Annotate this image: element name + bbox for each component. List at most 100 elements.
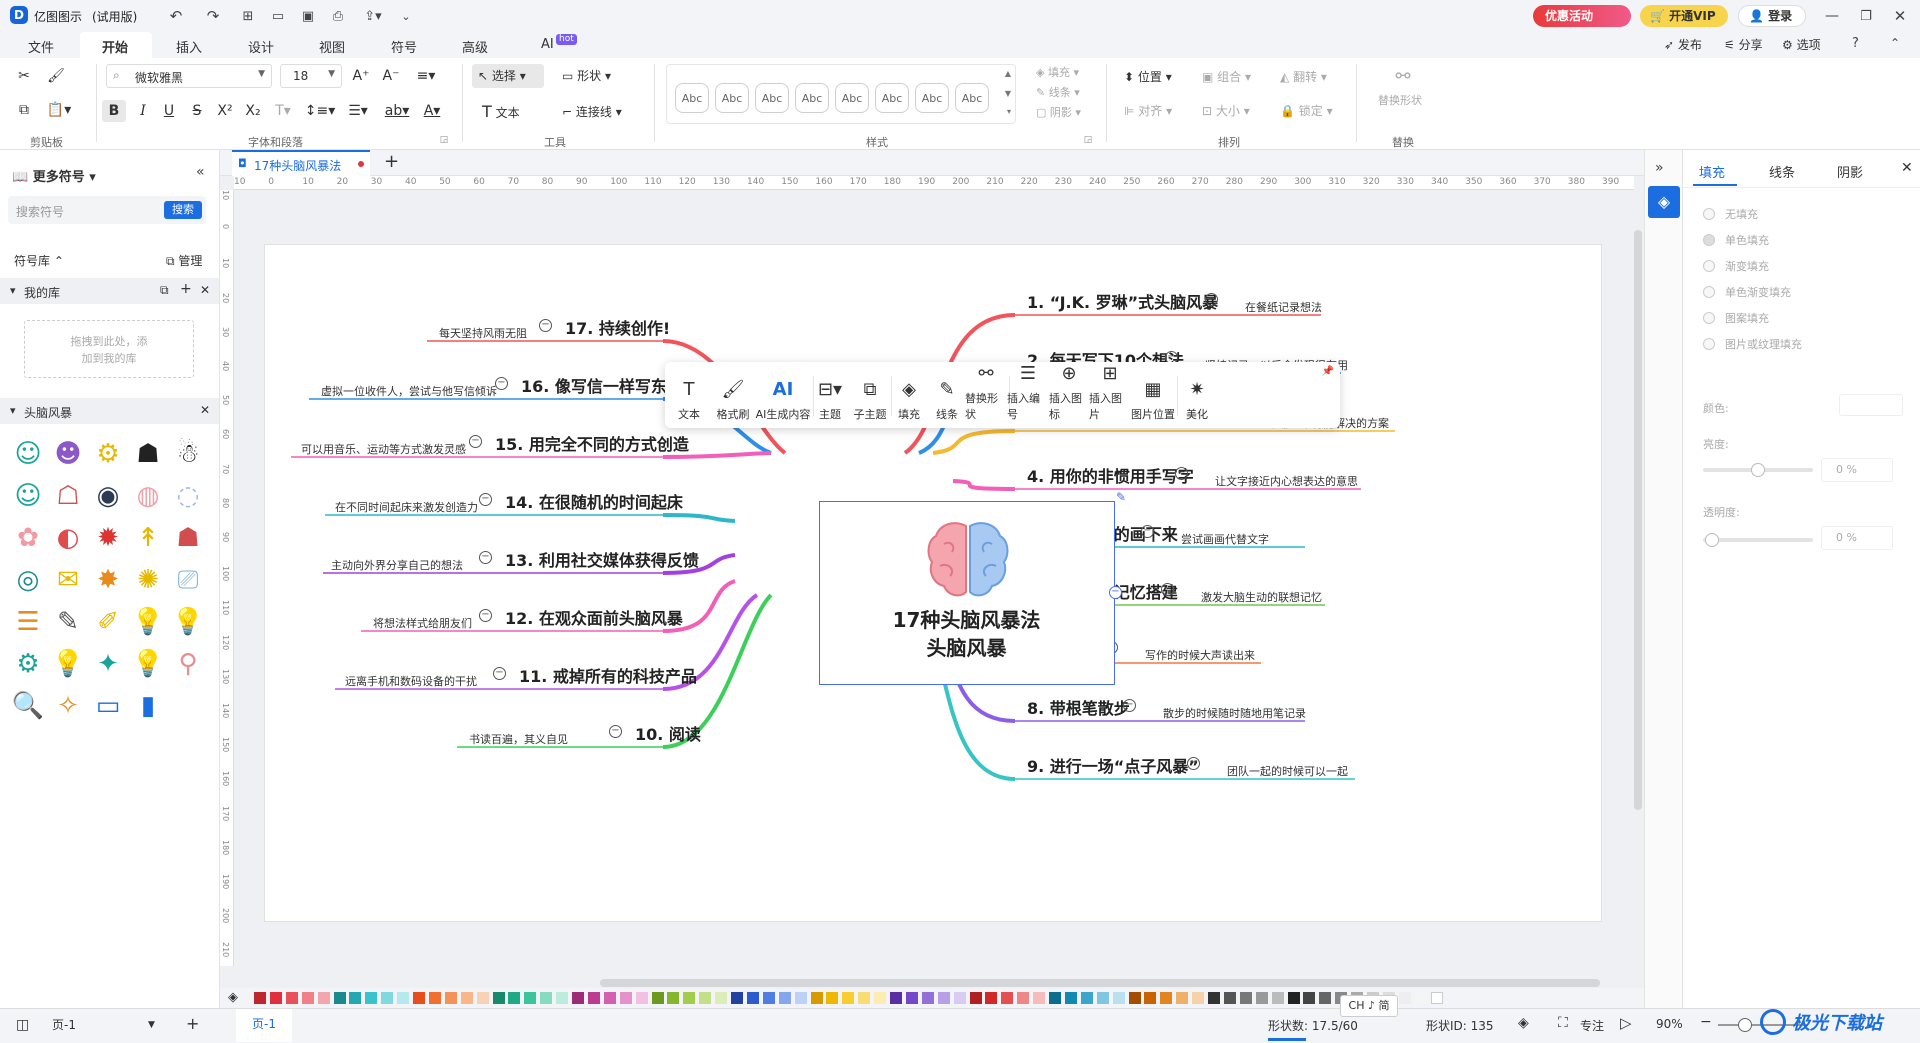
gallery-up-icon[interactable]: ▲ bbox=[1005, 69, 1011, 78]
options-button[interactable]: ⚙ 选项 bbox=[1782, 36, 1821, 53]
text-case-icon[interactable]: T▾ bbox=[270, 100, 296, 122]
color-swatch[interactable] bbox=[985, 992, 998, 1004]
left-branch-topic[interactable]: 15. 用完全不同的方式创造 bbox=[495, 431, 689, 455]
color-picker[interactable] bbox=[1839, 394, 1903, 416]
color-swatch[interactable] bbox=[587, 992, 600, 1004]
brainstorm-symbol-icon[interactable]: 💡 bbox=[168, 602, 208, 642]
tab-file[interactable]: 文件 bbox=[28, 37, 54, 56]
position-button[interactable]: ⬍ 位置 ▾ bbox=[1124, 68, 1172, 85]
color-swatch[interactable] bbox=[969, 992, 982, 1004]
bold-icon[interactable]: B bbox=[102, 100, 126, 122]
style-preset-3[interactable]: Abc bbox=[755, 83, 789, 113]
color-swatch[interactable] bbox=[556, 992, 569, 1004]
color-swatch[interactable] bbox=[1319, 992, 1332, 1004]
color-swatch[interactable] bbox=[1223, 992, 1236, 1004]
undo-icon[interactable]: ↶ bbox=[166, 6, 186, 26]
color-swatch[interactable] bbox=[254, 992, 266, 1004]
brainstorm-symbol-icon[interactable]: ☻ bbox=[48, 434, 88, 474]
brainstorm-symbol-icon[interactable]: ✧ bbox=[48, 686, 88, 726]
float-subtopic-button[interactable]: ⧉ 子主题 bbox=[851, 362, 889, 428]
color-swatch[interactable] bbox=[1192, 992, 1205, 1004]
text-tool-button[interactable]: T 文本 bbox=[476, 100, 548, 124]
left-branch-note[interactable]: 每天坚持风雨无阻 bbox=[439, 325, 527, 341]
open-folder-icon[interactable]: ▭ bbox=[268, 6, 288, 26]
copy-icon[interactable]: ⧉ bbox=[14, 100, 34, 120]
color-swatch[interactable] bbox=[1017, 992, 1030, 1004]
color-swatch[interactable] bbox=[1160, 992, 1173, 1004]
add-icon[interactable]: + bbox=[180, 281, 192, 297]
right-branch-note[interactable]: 写作的时候大声读出来 bbox=[1145, 647, 1255, 663]
color-swatch[interactable] bbox=[651, 992, 664, 1004]
color-swatch[interactable] bbox=[333, 992, 346, 1004]
float-ai-button[interactable]: AI AI生成内容 bbox=[755, 362, 811, 428]
promo-button[interactable]: 优惠活动 bbox=[1533, 5, 1631, 27]
lock-button[interactable]: 🔒 锁定 ▾ bbox=[1280, 102, 1333, 119]
brainstorm-symbol-icon[interactable]: ◉ bbox=[88, 476, 128, 516]
color-swatch[interactable] bbox=[349, 992, 362, 1004]
tab-view[interactable]: 视图 bbox=[319, 37, 345, 56]
color-swatch[interactable] bbox=[715, 992, 728, 1004]
page-panel-icon[interactable]: ◫ bbox=[16, 1017, 29, 1033]
right-branch-note[interactable]: 团队一起的时候可以一起 bbox=[1227, 763, 1348, 779]
collapse-branch-icon[interactable]: − bbox=[479, 609, 492, 622]
color-swatch[interactable] bbox=[381, 992, 394, 1004]
central-topic[interactable]: 17种头脑风暴法 头脑风暴 ✎ − bbox=[819, 490, 1126, 685]
fill-button[interactable]: ◈ 填充 ▾ bbox=[1036, 64, 1079, 80]
color-swatch[interactable] bbox=[794, 992, 807, 1004]
right-branch-note[interactable]: 在餐纸记录想法 bbox=[1245, 299, 1322, 315]
style-preset-1[interactable]: Abc bbox=[675, 83, 709, 113]
style-preset-5[interactable]: Abc bbox=[835, 83, 869, 113]
close-icon[interactable]: ✕ bbox=[200, 283, 210, 297]
left-branch-topic[interactable]: 16. 像写信一样写东西 bbox=[521, 373, 683, 397]
fill-option-radio[interactable] bbox=[1703, 312, 1715, 324]
fill-option-radio[interactable] bbox=[1703, 260, 1715, 272]
customize-quickbar-icon[interactable]: ⌄ bbox=[398, 6, 414, 26]
edit-icon[interactable]: ✎ bbox=[1116, 490, 1126, 504]
color-swatch[interactable] bbox=[603, 992, 616, 1004]
color-swatch[interactable] bbox=[1430, 992, 1443, 1004]
right-branch-note[interactable]: 散步的时候随时随地用笔记录 bbox=[1163, 705, 1306, 721]
color-swatch[interactable] bbox=[1287, 992, 1300, 1004]
style-preset-6[interactable]: Abc bbox=[875, 83, 909, 113]
brainstorm-symbol-icon[interactable]: ⚙ bbox=[8, 644, 48, 684]
left-branch-note[interactable]: 主动向外界分享自己的想法 bbox=[331, 557, 463, 573]
color-swatch[interactable] bbox=[699, 992, 712, 1004]
expand-icon[interactable]: ◲ bbox=[438, 134, 450, 146]
float-fill-button[interactable]: ◈ 填充 bbox=[891, 362, 927, 428]
vertical-scrollbar[interactable] bbox=[1634, 230, 1642, 810]
float-numbering-button[interactable]: ☰ 插入编号 bbox=[1007, 362, 1049, 428]
fill-option-radio[interactable] bbox=[1703, 338, 1715, 350]
color-swatch[interactable] bbox=[428, 992, 441, 1004]
float-format-painter-button[interactable]: 🖌 格式刷 bbox=[713, 362, 753, 428]
print-icon[interactable]: ⎙ bbox=[328, 6, 348, 26]
collapse-branch-icon[interactable]: − bbox=[493, 667, 506, 680]
float-text-button[interactable]: T 文本 bbox=[669, 362, 709, 428]
brainstorm-symbol-icon[interactable]: ☰ bbox=[8, 602, 48, 642]
left-branch-topic[interactable]: 13. 利用社交媒体获得反馈 bbox=[505, 547, 699, 571]
brainstorm-symbol-icon[interactable]: ☃ bbox=[168, 434, 208, 474]
collapse-branch-icon[interactable]: − bbox=[1123, 699, 1136, 712]
left-branch-note[interactable]: 远离手机和数码设备的干扰 bbox=[345, 673, 477, 689]
add-tab-icon[interactable]: + bbox=[384, 151, 399, 172]
fill-bucket-icon[interactable]: ◈ bbox=[228, 990, 238, 1005]
collapse-branch-icon[interactable]: − bbox=[469, 435, 482, 448]
brainstorm-symbol-icon[interactable]: ☺ bbox=[8, 476, 48, 516]
group-button[interactable]: ▣ 组合 ▾ bbox=[1202, 68, 1251, 85]
cut-icon[interactable]: ✂ bbox=[14, 66, 34, 86]
brainstorm-symbol-icon[interactable]: ⚙ bbox=[88, 434, 128, 474]
new-file-icon[interactable]: ⊞ bbox=[238, 6, 258, 26]
brightness-slider-handle[interactable] bbox=[1751, 463, 1765, 477]
left-branch-topic[interactable]: 17. 持续创作! bbox=[565, 315, 670, 339]
brainstorm-category-header[interactable]: ▾ 头脑风暴 ✕ bbox=[0, 398, 219, 424]
connector-tool-button[interactable]: ⌐ 连接线 ▾ bbox=[556, 100, 638, 124]
highlight-icon[interactable]: ab▾ bbox=[382, 100, 412, 122]
color-swatch[interactable] bbox=[1080, 992, 1093, 1004]
brainstorm-symbol-icon[interactable]: 💡 bbox=[128, 644, 168, 684]
size-button[interactable]: ⊡ 大小 ▾ bbox=[1202, 102, 1250, 119]
tab-line[interactable]: 线条 bbox=[1769, 162, 1795, 181]
shadow-button[interactable]: ▢ 阴影 ▾ bbox=[1036, 104, 1081, 120]
flip-button[interactable]: ◭ 翻转 ▾ bbox=[1280, 68, 1327, 85]
brainstorm-symbol-icon[interactable]: ◍ bbox=[128, 476, 168, 516]
increase-font-icon[interactable]: A⁺ bbox=[350, 66, 372, 86]
left-branch-note[interactable]: 书读百遍，其义自见 bbox=[469, 731, 568, 747]
